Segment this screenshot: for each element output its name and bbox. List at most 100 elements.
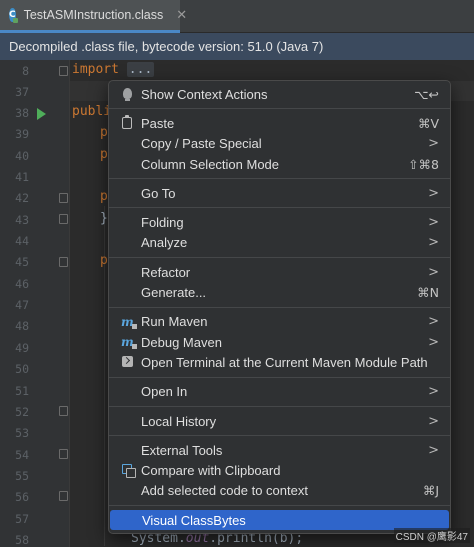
maven-icon: m [121,314,137,329]
shortcut: ⌘J [422,483,439,499]
submenu-arrow-icon: > [428,185,439,201]
submenu-arrow-icon: > [428,384,439,400]
line-number: 58 [15,533,29,547]
menu-item-open-in[interactable]: Open In > [109,382,450,402]
lightbulb-icon [123,88,132,101]
code-line: p [100,253,108,268]
menu-separator [109,306,450,308]
code-line: } [100,211,108,226]
code-line-import: import ... [72,62,155,77]
menu-item-label: Debug Maven [141,334,222,350]
menu-item-column-selection-mode[interactable]: Column Selection Mode ⇧⌘8 [109,154,450,174]
tab-label: TestASMInstruction.class [23,8,164,22]
line-number: 52 [15,405,29,419]
fold-icon[interactable] [59,257,68,267]
menu-item-label: Visual ClassBytes [142,512,246,528]
line-number: 45 [15,255,29,269]
editor-tab-bar: C TestASMInstruction.class ✕ [0,0,474,33]
menu-item-generate[interactable]: Generate... ⌘N [109,282,450,302]
menu-item-label: Generate... [141,285,207,301]
code-line: p [100,189,108,204]
menu-item-label: Add selected code to context [141,483,308,499]
line-number: 49 [15,341,29,355]
menu-item-debug-maven[interactable]: m Debug Maven > [109,332,450,352]
line-number: 51 [15,384,29,398]
code-line-class: publi [72,104,112,119]
shortcut: ⌘N [417,285,439,301]
line-number: 40 [15,149,29,163]
terminal-icon [122,356,133,368]
menu-item-show-context-actions[interactable]: Show Context Actions ⌥↩ [109,84,450,104]
folded-imports[interactable]: ... [126,62,155,77]
menu-item-label: Run Maven [141,314,208,330]
shortcut: ⇧⌘8 [408,156,439,172]
menu-item-go-to[interactable]: Go To > [109,183,450,203]
line-number: 43 [15,213,29,227]
shortcut: ⌥↩ [414,86,439,102]
fold-icon[interactable] [59,406,68,416]
keyword: import [72,62,119,77]
code-line: p [100,147,108,162]
line-number: 44 [15,234,29,248]
menu-item-label: Folding [141,215,184,231]
submenu-arrow-icon: > [428,413,439,429]
menu-separator [109,505,450,507]
menu-item-label: Column Selection Mode [141,156,280,172]
line-number: 8 [22,64,29,78]
menu-item-label: Go To [141,185,176,201]
fold-icon[interactable] [59,449,68,459]
menu-item-run-maven[interactable]: m Run Maven > [109,312,450,332]
menu-separator [109,207,450,209]
line-number: 54 [15,448,29,462]
line-number: 53 [15,426,29,440]
fold-icon[interactable] [59,214,68,224]
line-number: 42 [15,191,29,205]
line-number: 41 [15,170,29,184]
run-gutter-icon[interactable] [37,108,46,120]
menu-item-label: Refactor [141,264,191,280]
menu-item-label: Open Terminal at the Current Maven Modul… [141,354,428,370]
menu-item-external-tools[interactable]: External Tools > [109,440,450,460]
menu-item-folding[interactable]: Folding > [109,212,450,232]
fold-icon[interactable] [59,66,68,76]
line-number: 55 [15,469,29,483]
tab-testasminstruction[interactable]: C TestASMInstruction.class ✕ [0,0,187,33]
menu-item-add-selected-code[interactable]: Add selected code to context ⌘J [109,481,450,501]
menu-item-label: Show Context Actions [141,86,268,102]
shortcut: ⌘V [417,115,439,131]
menu-item-compare-with-clipboard[interactable]: Compare with Clipboard [109,460,450,480]
menu-item-analyze[interactable]: Analyze > [109,233,450,253]
menu-item-label: Compare with Clipboard [141,463,281,479]
menu-separator [109,376,450,378]
compare-icon [122,464,136,479]
menu-item-refactor[interactable]: Refactor > [109,262,450,282]
fold-icon[interactable] [59,193,68,203]
menu-item-copy-paste-special[interactable]: Copy / Paste Special > [109,134,450,154]
gutter: 8 37 38 39 40 41 42 43 44 45 46 47 48 49… [0,60,70,547]
menu-item-label: External Tools [141,442,223,458]
menu-separator [109,178,450,180]
menu-item-label: Copy / Paste Special [141,136,262,152]
decompiled-banner: Decompiled .class file, bytecode version… [0,33,474,60]
menu-item-local-history[interactable]: Local History > [109,411,450,431]
line-number: 38 [15,106,29,120]
line-number: 56 [15,490,29,504]
menu-item-label: Analyze [141,235,188,251]
submenu-arrow-icon: > [428,136,439,152]
menu-item-paste[interactable]: Paste ⌘V [109,113,450,133]
menu-item-open-terminal-maven[interactable]: Open Terminal at the Current Maven Modul… [109,352,450,372]
paste-icon [122,115,132,130]
submenu-arrow-icon: > [428,442,439,458]
fold-icon[interactable] [59,491,68,501]
code-line: p [100,125,108,140]
watermark: CSDN @鹰影47 [393,528,470,543]
menu-item-label: Local History [141,413,217,429]
close-icon[interactable]: ✕ [176,8,187,23]
class-file-icon: C [9,8,18,23]
line-number: 37 [15,85,29,99]
menu-item-label: Open In [141,384,188,400]
line-number: 47 [15,298,29,312]
line-number: 48 [15,319,29,333]
line-number: 50 [15,362,29,376]
context-menu: Show Context Actions ⌥↩ Paste ⌘V Copy / … [108,80,451,534]
